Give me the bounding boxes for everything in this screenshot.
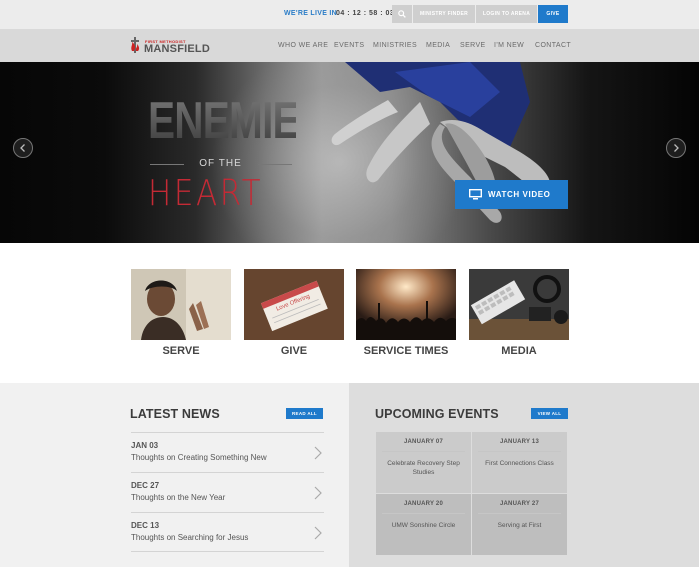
give-photo: Love Offering [244, 269, 344, 340]
watch-video-button[interactable]: WATCH VIDEO [455, 180, 568, 209]
search-button[interactable] [392, 5, 412, 23]
upcoming-events-panel: UPCOMING EVENTS VIEW ALL JANUARY 07 Cele… [349, 383, 699, 567]
event-date: JANUARY 13 [499, 439, 539, 445]
news-item[interactable]: DEC 13 Thoughts on Searching for Jesus [131, 512, 324, 552]
chevron-right-icon [674, 144, 679, 152]
event-divider [382, 451, 465, 452]
divider-line-right [258, 164, 292, 165]
hero-title-enemies: ENEMIES [148, 92, 326, 150]
event-title: UMW Sonshine Circle [391, 522, 456, 529]
hero-title-of-the: OF THE [199, 158, 242, 169]
read-all-button[interactable]: READ ALL [286, 408, 323, 419]
offering-envelope-icon: Love Offering [244, 269, 344, 340]
tile-label-service-times: SERVICE TIMES [363, 345, 449, 357]
nav-media[interactable]: MEDIA [426, 42, 450, 49]
nav-contact[interactable]: CONTACT [535, 42, 571, 49]
keyboard-headphones-icon [469, 269, 569, 340]
hero-title-heart: HEART [148, 173, 264, 214]
latest-news-panel: LATEST NEWS READ ALL JAN 03 Thoughts on … [0, 383, 349, 567]
serve-photo [131, 269, 231, 340]
live-countdown: 04 : 12 : 58 : 03 [336, 10, 395, 17]
tile-label-media: MEDIA [501, 345, 537, 357]
event-card[interactable]: JANUARY 20 UMW Sonshine Circle [376, 494, 471, 555]
event-card[interactable]: JANUARY 27 Serving at First [472, 494, 567, 555]
login-arena-button[interactable]: LOGIN TO ARENA [476, 5, 537, 23]
chevron-right-icon [314, 446, 322, 460]
hero-title-divider: OF THE [148, 158, 293, 170]
ministry-finder-button[interactable]: MINISTRY FINDER [413, 5, 475, 23]
nav-who-we-are[interactable]: WHO WE ARE [278, 42, 328, 49]
divider-line-left [150, 164, 184, 165]
hero-banner: ENEMIES OF THE HEART WATCH VIDEO [0, 62, 699, 243]
event-divider [478, 513, 561, 514]
worship-crowd-icon [356, 269, 456, 340]
news-date: DEC 13 [131, 521, 160, 530]
chevron-right-icon [314, 486, 322, 500]
news-date: DEC 27 [131, 481, 160, 490]
utility-bar: WE'RE LIVE IN 04 : 12 : 58 : 03 MINISTRY… [0, 0, 699, 29]
hero-title: ENEMIES OF THE HEART [148, 92, 326, 214]
carousel-next-button[interactable] [666, 138, 686, 158]
give-button[interactable]: GIVE [538, 5, 568, 23]
news-item[interactable]: JAN 03 Thoughts on Creating Something Ne… [131, 432, 324, 472]
chevron-right-icon [314, 526, 322, 540]
monitor-icon [469, 189, 482, 200]
news-title: Thoughts on the New Year [131, 493, 226, 502]
hero-hand-image [331, 62, 551, 223]
main-nav: FIRST METHODIST MANSFIELD WHO WE ARE EVE… [0, 29, 699, 62]
news-title: Thoughts on Creating Something New [131, 453, 267, 462]
nav-ministries[interactable]: MINISTRIES [373, 42, 417, 49]
live-label: WE'RE LIVE IN [284, 10, 338, 17]
nav-serve[interactable]: SERVE [460, 42, 486, 49]
event-title: Serving at First [497, 522, 542, 529]
event-date: JANUARY 07 [403, 439, 443, 445]
event-title: Celebrate Recovery Step Studies [387, 460, 460, 476]
event-card[interactable]: JANUARY 07 Celebrate Recovery Step Studi… [376, 432, 471, 493]
view-all-button[interactable]: VIEW ALL [531, 408, 568, 419]
chevron-left-icon [20, 144, 25, 152]
event-divider [478, 451, 561, 452]
event-card[interactable]: JANUARY 13 First Connections Class [472, 432, 567, 493]
news-title: Thoughts on Searching for Jesus [131, 533, 249, 542]
event-date: JANUARY 20 [403, 501, 443, 507]
media-photo [469, 269, 569, 340]
news-item[interactable]: DEC 27 Thoughts on the New Year [131, 472, 324, 512]
nav-events[interactable]: EVENTS [334, 42, 364, 49]
carousel-prev-button[interactable] [13, 138, 33, 158]
logo-wordmark: MANSFIELD [144, 43, 210, 55]
service-times-photo [356, 269, 456, 340]
watch-video-label: WATCH VIDEO [488, 190, 551, 199]
nav-im-new[interactable]: I'M NEW [494, 42, 524, 49]
event-date: JANUARY 27 [499, 501, 539, 507]
event-title: First Connections Class [485, 460, 554, 467]
cross-flame-icon [131, 37, 140, 53]
upcoming-events-title: UPCOMING EVENTS [375, 407, 499, 421]
latest-news-title: LATEST NEWS [130, 407, 220, 421]
tile-label-give: GIVE [280, 345, 308, 357]
tile-label-serve: SERVE [162, 345, 200, 357]
news-date: JAN 03 [131, 441, 159, 450]
search-icon [398, 10, 406, 18]
event-divider [382, 513, 465, 514]
person-praying-icon [131, 269, 231, 340]
